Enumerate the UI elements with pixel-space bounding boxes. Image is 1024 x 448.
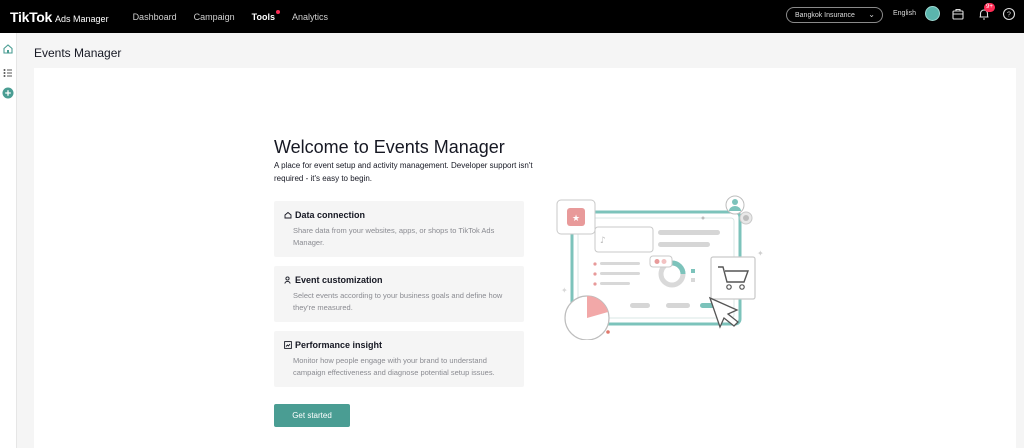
nav-analytics[interactable]: Analytics — [292, 12, 328, 22]
nav-tools-dot — [275, 9, 280, 14]
briefcase-icon[interactable] — [951, 7, 965, 21]
feature-description: Share data from your websites, apps, or … — [293, 226, 495, 247]
get-started-button[interactable]: Get started — [274, 404, 350, 427]
nav-dashboard[interactable]: Dashboard — [133, 12, 177, 22]
user-settings-icon — [284, 276, 291, 284]
nav-tools[interactable]: Tools — [251, 9, 280, 22]
user-avatar[interactable] — [925, 6, 940, 21]
welcome-description: A place for event setup and activity man… — [274, 161, 533, 183]
feature-title: Performance insight — [295, 340, 383, 350]
svg-text:✦: ✦ — [757, 249, 764, 258]
feature-title: Event customization — [295, 275, 383, 285]
main-nav: Dashboard Campaign Tools Analytics — [133, 9, 345, 22]
welcome-heading: Welcome to Events Manager — [274, 137, 505, 157]
svg-text:★: ★ — [572, 214, 580, 224]
feature-description: Select events according to your business… — [293, 291, 503, 312]
feature-performance-insight: Performance insight Monitor how people e… — [274, 331, 524, 387]
svg-text:✦: ✦ — [561, 286, 568, 295]
nav-campaign[interactable]: Campaign — [194, 12, 235, 22]
language-selector[interactable]: English — [893, 10, 916, 17]
logo-text: TikTok — [10, 8, 53, 25]
feature-event-customization: Event customization Select events accord… — [274, 266, 524, 322]
chevron-down-icon: ⌄ — [868, 10, 875, 19]
notification-badge: 9+ — [984, 3, 995, 12]
left-sidebar — [0, 33, 17, 448]
home-icon[interactable] — [2, 43, 14, 55]
svg-text:?: ? — [1007, 12, 1011, 19]
connection-icon — [284, 211, 292, 219]
help-icon[interactable]: ? — [1002, 7, 1016, 21]
feature-description: Monitor how people engage with your bran… — [293, 356, 495, 377]
account-name: Bangkok Insurance — [795, 11, 855, 19]
list-icon[interactable] — [2, 67, 14, 79]
logo-subtext: Ads Manager — [55, 13, 109, 24]
add-icon[interactable] — [2, 87, 14, 99]
chart-icon — [284, 341, 292, 349]
feature-title: Data connection — [295, 210, 366, 220]
page-title: Events Manager — [34, 46, 122, 60]
events-manager-illustration: ♪ ★ ✦ ✦ — [556, 195, 764, 340]
feature-data-connection: Data connection Share data from your web… — [274, 201, 524, 257]
account-selector[interactable]: Bangkok Insurance ⌄ — [786, 7, 883, 23]
nav-tools-label: Tools — [251, 11, 275, 22]
top-navigation-bar: TikTok Ads Manager Dashboard Campaign To… — [0, 0, 1024, 33]
main-content-card — [34, 68, 1016, 448]
tiktok-ads-manager-logo[interactable]: TikTok Ads Manager — [10, 9, 109, 25]
svg-text:♪: ♪ — [600, 236, 606, 246]
